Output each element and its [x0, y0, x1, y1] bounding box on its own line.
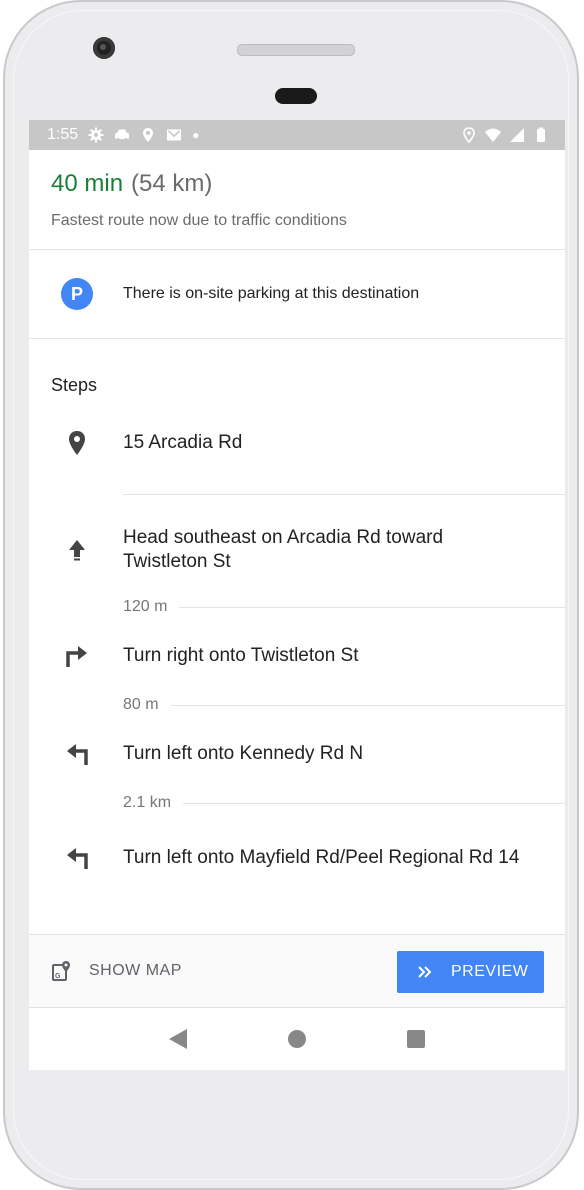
step-distance: 80 m [123, 696, 159, 713]
step-item[interactable]: 15 Arcadia Rd [29, 407, 565, 479]
phone-frame: 1:55 ● 40 min (54 km) Fastest route now d… [3, 0, 579, 1190]
parking-text: There is on-site parking at this destina… [123, 285, 420, 302]
home-icon[interactable] [287, 1030, 306, 1048]
step-item[interactable]: Head southeast on Arcadia Rd toward Twis… [29, 495, 565, 605]
status-bar: 1:55 ● [29, 120, 565, 150]
android-nav-bar [29, 1008, 565, 1070]
location-icon [463, 127, 475, 143]
front-camera [93, 37, 115, 59]
step-item[interactable]: Turn right onto Twistleton St [29, 619, 565, 693]
step-distance-row: 2.1 km [123, 791, 565, 815]
svg-text:G: G [55, 973, 61, 980]
location-pin-icon [69, 431, 85, 455]
car-icon [115, 129, 130, 141]
dot-icon: ● [192, 128, 200, 142]
arrow-straight-icon [69, 540, 85, 561]
preview-button[interactable]: PREVIEW [397, 951, 544, 993]
distance-divider [170, 704, 565, 706]
step-text: Turn left onto Mayfield Rd/Peel Regional… [123, 847, 520, 868]
show-map-label: SHOW MAP [89, 962, 182, 979]
location-pin-icon [143, 128, 154, 142]
steps-title: Steps [51, 375, 98, 395]
double-chevron-right-icon [418, 966, 432, 978]
step-text: Turn left onto Kennedy Rd N [123, 743, 364, 764]
proximity-sensor [275, 88, 317, 104]
turn-left-icon [67, 848, 88, 869]
distance-divider [179, 606, 565, 608]
step-distance-row: 80 m [123, 693, 565, 717]
step-text: Head southeast on Arcadia Rd toward Twis… [123, 527, 444, 572]
preview-label: PREVIEW [451, 963, 529, 980]
step-text: 15 Arcadia Rd [123, 432, 243, 453]
battery-icon [537, 127, 545, 142]
earpiece-speaker [237, 44, 355, 56]
status-time: 1:55 [47, 126, 79, 143]
route-distance: (54 km) [131, 170, 213, 197]
signal-icon [510, 128, 524, 142]
gear-icon [88, 127, 104, 143]
route-note: Fastest route now due to traffic conditi… [51, 212, 347, 229]
wifi-icon [485, 128, 501, 142]
recents-icon[interactable] [406, 1030, 425, 1048]
gmail-icon [167, 129, 182, 141]
parking-info[interactable]: P There is on-site parking at this desti… [29, 250, 565, 339]
route-summary: 40 min (54 km) Fastest route now due to t… [29, 150, 565, 250]
screen: 1:55 ● 40 min (54 km) Fastest route now d… [29, 120, 565, 1070]
bottom-action-bar: G SHOW MAP PREVIEW [29, 934, 565, 1008]
step-item[interactable]: Turn left onto Mayfield Rd/Peel Regional… [29, 815, 565, 901]
show-map-button[interactable]: G SHOW MAP [51, 960, 182, 982]
turn-left-icon [67, 744, 88, 765]
back-icon[interactable] [169, 1029, 188, 1049]
step-distance: 2.1 km [123, 794, 172, 811]
step-item[interactable]: Turn left onto Kennedy Rd N [29, 717, 565, 791]
route-time: 40 min [51, 170, 124, 197]
turn-right-icon [66, 646, 87, 667]
parking-icon: P [61, 278, 93, 310]
distance-divider [183, 802, 565, 804]
step-text: Turn right onto Twistleton St [123, 645, 359, 666]
map-icon: G [52, 961, 70, 981]
